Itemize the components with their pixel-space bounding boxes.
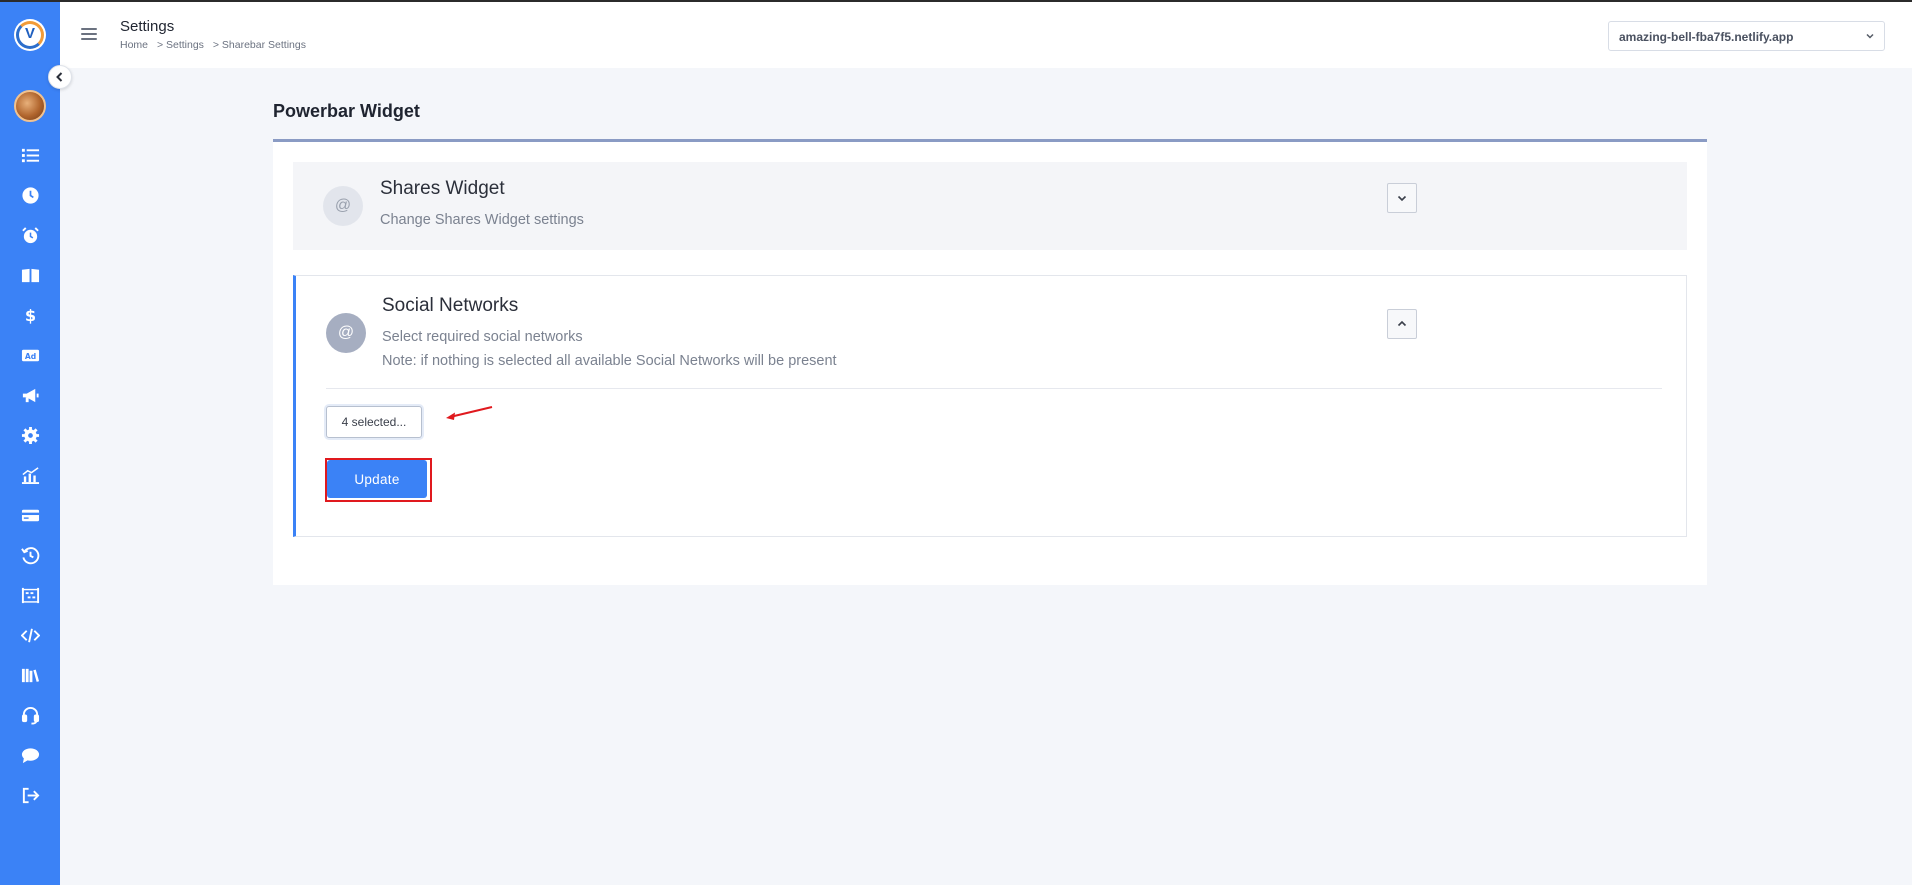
social-networks-panel: @ Social Networks Select required social… (293, 275, 1687, 537)
chevron-down-icon (1866, 33, 1874, 39)
social-networks-subtitle: Select required social networks (382, 329, 583, 345)
breadcrumb-sharebar-settings: > Sharebar Settings (212, 39, 306, 51)
credit-card-icon[interactable] (18, 503, 42, 527)
chevron-up-icon (1397, 320, 1407, 327)
at-sign-icon: @ (323, 186, 363, 226)
annotation-arrow (446, 406, 493, 420)
gear-icon[interactable] (18, 423, 42, 447)
section-body: @ Shares Widget Change Shares Widget set… (273, 142, 1707, 585)
alarm-icon[interactable] (18, 223, 42, 247)
logo-letter: V (24, 25, 35, 42)
svg-text:Ad: Ad (24, 351, 35, 360)
breadcrumb: Home > Settings > Sharebar Settings (120, 39, 312, 51)
svg-text:$: $ (24, 306, 35, 325)
shares-widget-subtitle: Change Shares Widget settings (380, 212, 584, 228)
top-header: Settings Home > Settings > Sharebar Sett… (60, 2, 1912, 68)
site-selector[interactable]: amazing-bell-fba7f5.netlify.app (1608, 21, 1885, 51)
page-title: Settings (120, 18, 175, 35)
breadcrumb-home[interactable]: Home (120, 39, 148, 51)
megaphone-icon[interactable] (18, 383, 42, 407)
sidebar-collapse-button[interactable] (48, 65, 72, 89)
social-networks-multiselect[interactable]: 4 selected... (326, 406, 422, 438)
menu-icon[interactable] (81, 28, 97, 40)
chevron-left-icon (56, 72, 63, 82)
shares-widget-title: Shares Widget (380, 178, 505, 199)
dollar-icon[interactable]: $ (18, 303, 42, 327)
chevron-down-icon (1397, 195, 1407, 202)
social-networks-title: Social Networks (382, 295, 519, 316)
breadcrumb-settings[interactable]: > Settings (157, 39, 204, 51)
library-icon[interactable] (18, 663, 42, 687)
at-sign-icon: @ (326, 313, 366, 353)
section-title: Powerbar Widget (273, 101, 420, 121)
clock-icon[interactable] (18, 183, 42, 207)
list-icon[interactable] (18, 143, 42, 167)
update-button[interactable]: Update (327, 460, 427, 498)
history-icon[interactable] (18, 543, 42, 567)
headset-icon[interactable] (18, 703, 42, 727)
site-selector-value: amazing-bell-fba7f5.netlify.app (1619, 30, 1794, 44)
social-networks-collapse-button[interactable] (1387, 309, 1417, 339)
abacus-icon[interactable] (18, 583, 42, 607)
powerbar-widget-card: Powerbar Widget @ Shares Widget Change S… (273, 95, 1707, 585)
book-icon[interactable] (18, 263, 42, 287)
chart-icon[interactable] (18, 463, 42, 487)
sidebar: V $ Ad (0, 2, 60, 885)
logout-icon[interactable] (18, 783, 42, 807)
panel-divider (326, 388, 1662, 389)
shares-widget-panel[interactable]: @ Shares Widget Change Shares Widget set… (293, 162, 1687, 250)
app-logo[interactable]: V (14, 19, 46, 51)
user-avatar[interactable] (14, 90, 46, 122)
shares-widget-expand-button[interactable] (1387, 183, 1417, 213)
code-icon[interactable] (18, 623, 42, 647)
social-networks-note: Note: if nothing is selected all availab… (382, 353, 837, 369)
ad-icon[interactable]: Ad (18, 343, 42, 367)
chat-icon[interactable] (18, 743, 42, 767)
